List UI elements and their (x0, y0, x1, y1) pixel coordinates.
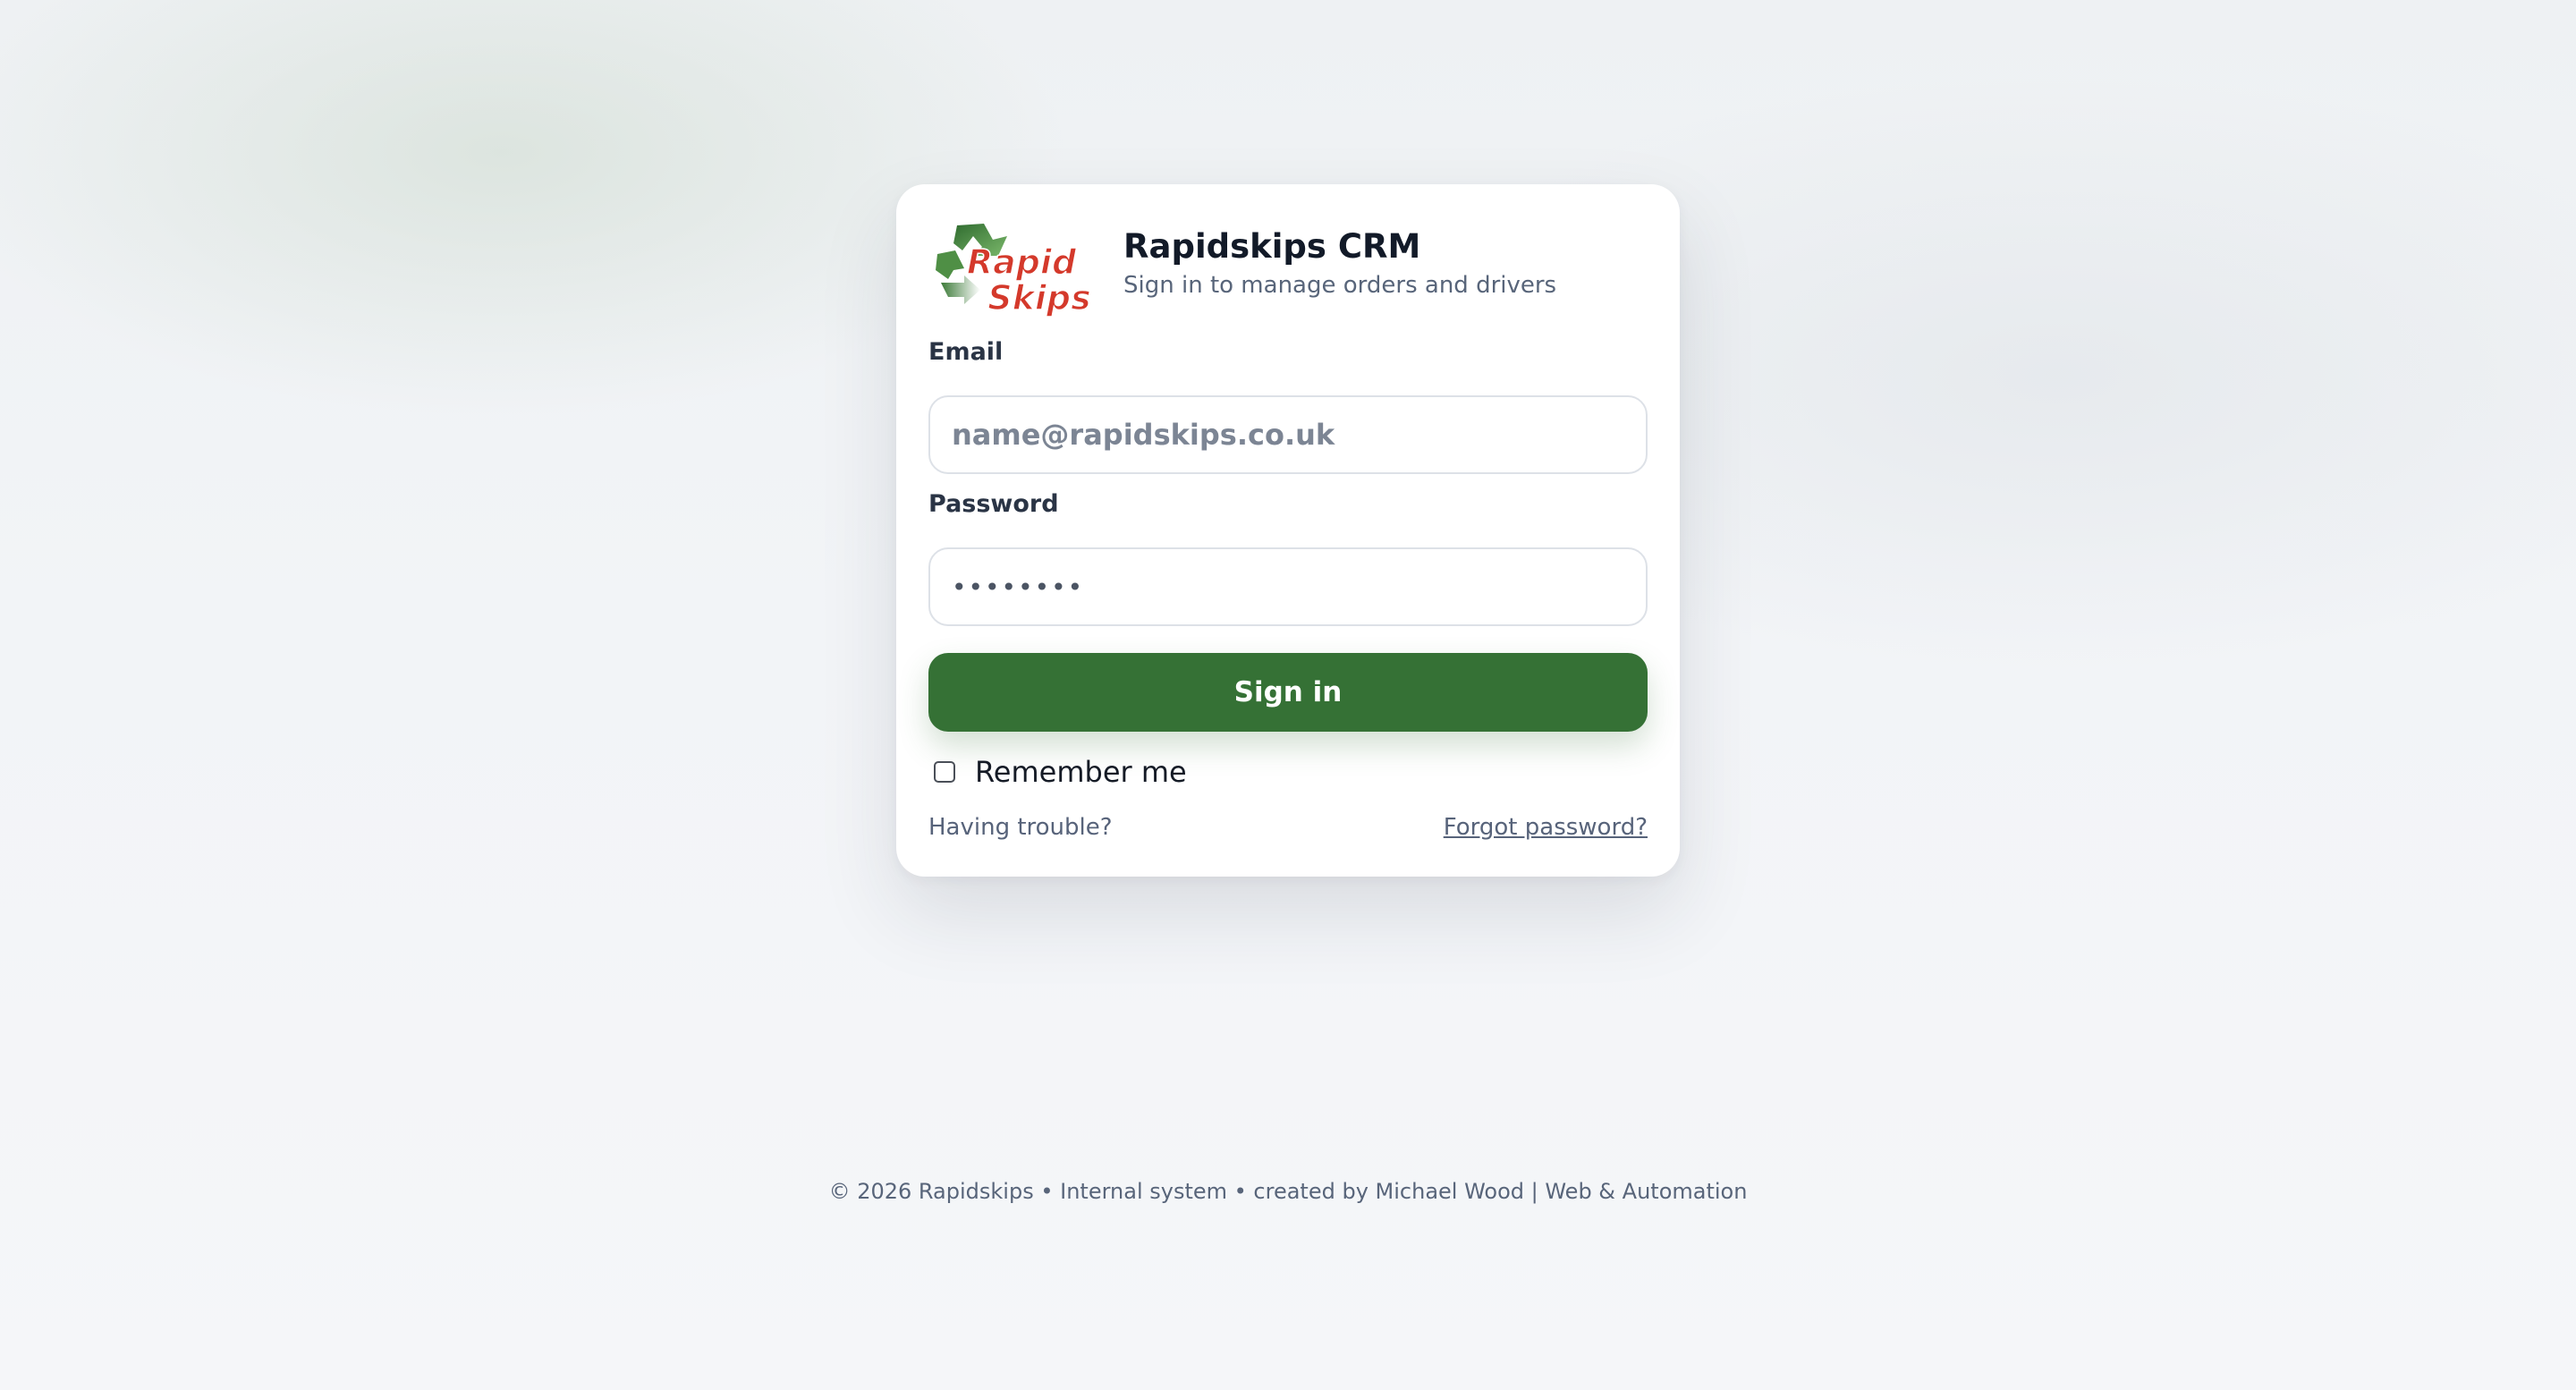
remember-me-row[interactable]: Remember me (934, 753, 1187, 791)
card-header: Rapid Skips Rapidskips CRM Sign in to ma… (928, 216, 1648, 327)
forgot-password-link[interactable]: Forgot password? (1444, 814, 1648, 841)
app-subtitle: Sign in to manage orders and drivers (1123, 272, 1557, 299)
logo-text-rapid: Rapid (967, 242, 1077, 282)
remember-me-checkbox[interactable] (934, 761, 955, 783)
sign-in-button[interactable]: Sign in (928, 653, 1648, 732)
app-title: Rapidskips CRM (1123, 227, 1421, 266)
card-footer-row: Having trouble? Forgot password? (928, 814, 1648, 850)
recycle-logo-icon: Rapid Skips (936, 224, 1089, 318)
having-trouble-text: Having trouble? (928, 814, 1113, 841)
email-label: Email (928, 338, 1004, 366)
email-input[interactable] (928, 395, 1648, 474)
password-label: Password (928, 490, 1059, 518)
login-card: Rapid Skips Rapidskips CRM Sign in to ma… (896, 184, 1680, 877)
password-input[interactable] (928, 547, 1648, 626)
rapidskips-logo: Rapid Skips (928, 216, 1089, 324)
logo-text-skips: Skips (987, 278, 1089, 318)
page-footer: © 2026 Rapidskips • Internal system • cr… (828, 1179, 1748, 1204)
remember-me-label[interactable]: Remember me (975, 755, 1187, 789)
